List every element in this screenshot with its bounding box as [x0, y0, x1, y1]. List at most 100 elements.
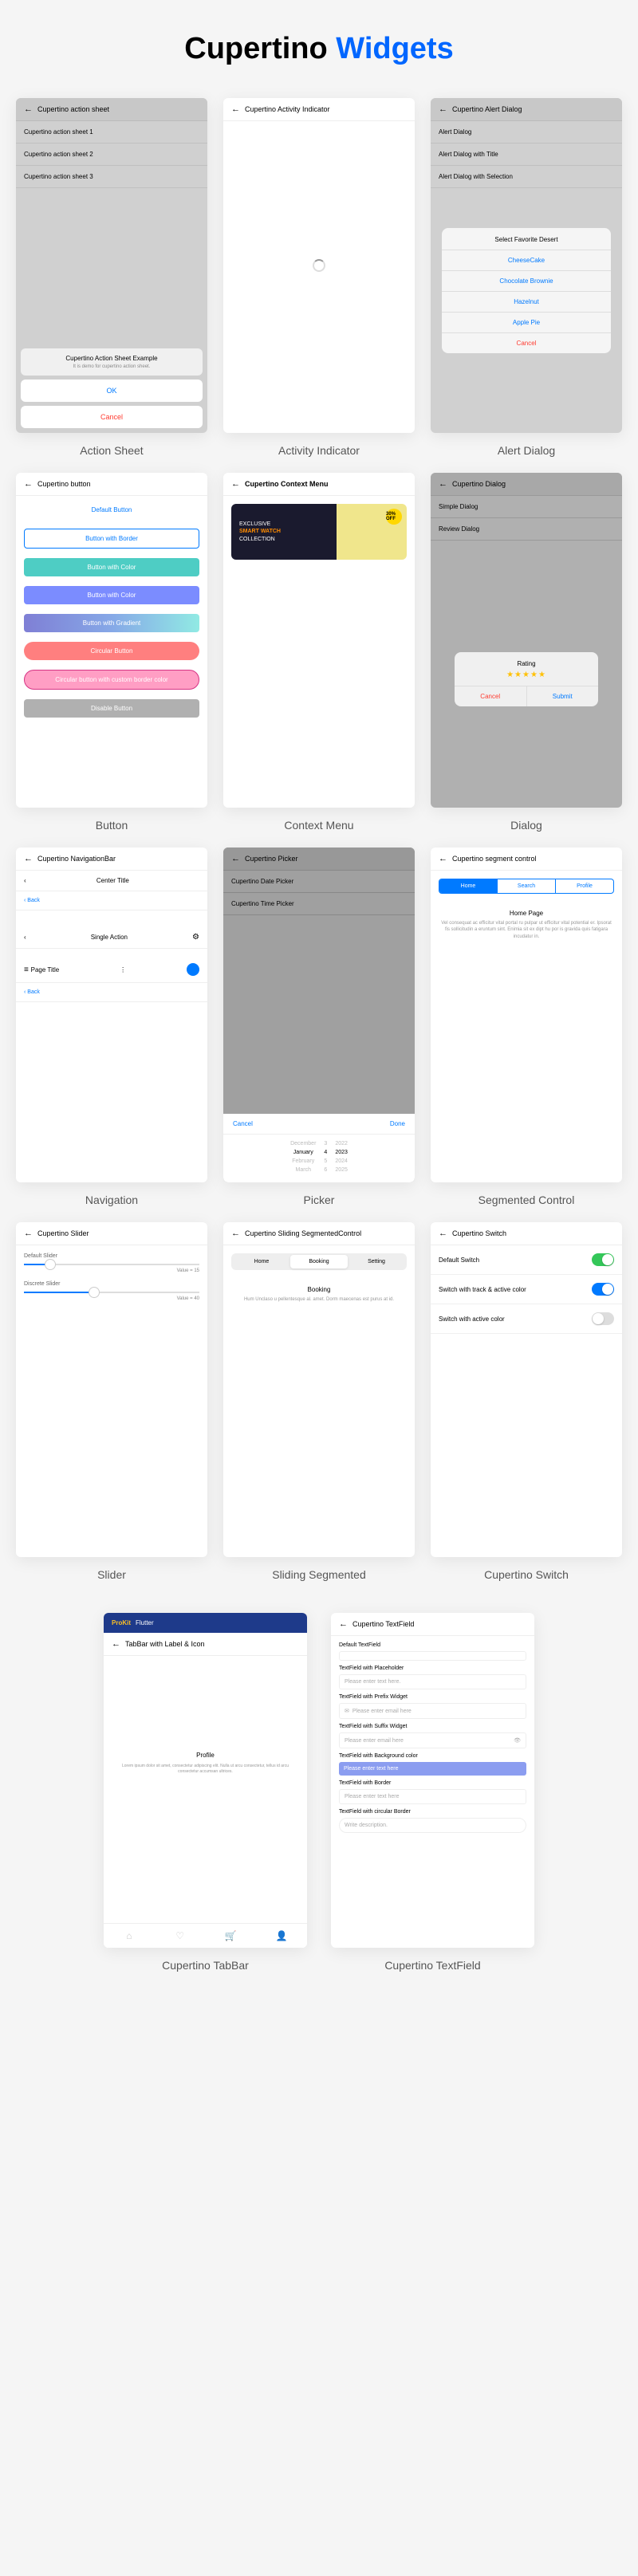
text-input[interactable]: Please enter text here [339, 1762, 526, 1776]
picker-done[interactable]: Done [390, 1120, 405, 1127]
alert-option[interactable]: Hazelnut [442, 291, 611, 312]
switch-screen: ← Cupertino Switch Default Switch Switch… [431, 1222, 622, 1557]
text-input[interactable] [339, 1651, 526, 1661]
back-icon[interactable]: ← [24, 104, 33, 114]
discount-badge: 30% OFF [386, 509, 402, 525]
border-button[interactable]: Button with Border [24, 529, 199, 549]
segment-search: Search [498, 879, 556, 893]
context-screen: ← Cupertino Context Menu EXCLUSIVE SMART… [223, 473, 415, 808]
ok-button[interactable]: OK [21, 380, 203, 402]
eye-icon[interactable]: 👁 [514, 1737, 521, 1744]
appbar: ← Cupertino action sheet [16, 98, 207, 121]
tabbar-screen: ProKit Flutter ← TabBar with Label & Ico… [104, 1613, 307, 1948]
back-icon[interactable]: ← [439, 854, 447, 863]
heart-icon[interactable]: ♡ [155, 1930, 206, 1941]
more-icon[interactable]: ⋮ [120, 966, 126, 973]
textfield-screen: ← Cupertino TextField Default TextField … [331, 1613, 534, 1948]
segment-screen: ← Cupertino segment control Home Search … [431, 848, 622, 1182]
brand-header: ProKit Flutter [104, 1613, 307, 1633]
dialog-screen: ← Cupertino Dialog Simple Dialog Review … [431, 473, 622, 808]
back-icon[interactable]: ← [24, 854, 33, 863]
back-icon[interactable]: ← [231, 104, 240, 114]
segment-profile: Profile [556, 879, 613, 893]
alert-option[interactable]: Apple Pie [442, 312, 611, 332]
list-item[interactable]: Simple Dialog [431, 496, 622, 518]
list-item[interactable]: Cupertino Date Picker [223, 871, 415, 893]
segmented-control[interactable]: Home Search Profile [439, 879, 614, 894]
back-icon[interactable]: ← [439, 1229, 447, 1238]
back-icon[interactable]: ← [339, 1619, 348, 1629]
switch-toggle[interactable] [592, 1283, 614, 1296]
email-icon: ✉ [345, 1708, 349, 1714]
back-icon[interactable]: ← [439, 104, 447, 114]
list-item[interactable]: Cupertino action sheet 3 [16, 166, 207, 188]
alert-screen: ← Cupertino Alert Dialog Alert Dialog Al… [431, 98, 622, 433]
list-item[interactable]: Alert Dialog [431, 121, 622, 144]
avatar[interactable] [187, 963, 199, 976]
activity-screen: ← Cupertino Activity Indicator [223, 98, 415, 433]
text-input[interactable]: Please enter text here [339, 1789, 526, 1804]
nav-bar: ‹ Single Action ⚙ [16, 926, 207, 949]
nav-bar: ≡ Page Title ⋮ [16, 957, 207, 983]
home-icon[interactable]: ⌂ [104, 1930, 155, 1941]
text-input[interactable]: Please enter text here. [339, 1674, 526, 1689]
switch-toggle[interactable] [592, 1312, 614, 1325]
back-icon[interactable]: ← [112, 1639, 120, 1649]
back-icon[interactable]: ← [231, 854, 240, 863]
rating-dialog: Rating ★★★★★ Cancel Submit [455, 652, 598, 706]
cart-icon[interactable]: 🛒 [206, 1930, 257, 1941]
cancel-button[interactable]: Cancel [455, 686, 527, 706]
alert-option[interactable]: CheeseCake [442, 250, 611, 270]
circular-border-button[interactable]: Circular button with custom border color [24, 670, 199, 690]
nav-bar: ‹ Center Title [16, 871, 207, 891]
slider-screen: ← Cupertino Slider Default Slider Value … [16, 1222, 207, 1557]
gear-icon[interactable]: ⚙ [192, 933, 199, 942]
text-input[interactable]: Please enter email here👁 [339, 1732, 526, 1748]
star-rating[interactable]: ★★★★★ [455, 671, 598, 686]
switch-toggle[interactable] [592, 1253, 614, 1266]
back-link[interactable]: ‹ Back [24, 898, 40, 903]
sliding-segmented[interactable]: Home Booking Setting [231, 1253, 407, 1270]
menu-icon[interactable]: ≡ Page Title [24, 966, 59, 974]
cancel-button[interactable]: Cancel [21, 406, 203, 428]
spinner-icon [313, 259, 325, 272]
default-button[interactable]: Default Button [24, 501, 199, 519]
sliding-screen: ← Cupertino Sliding SegmentedControl Hom… [223, 1222, 415, 1557]
list-item[interactable]: Cupertino Time Picker [223, 893, 415, 915]
back-link[interactable]: ‹ Back [24, 989, 40, 995]
segment-home: Home [439, 879, 498, 893]
list-item[interactable]: Cupertino action sheet 1 [16, 121, 207, 144]
back-icon[interactable]: ← [231, 479, 240, 489]
navigation-screen: ← Cupertino NavigationBar ‹ Center Title… [16, 848, 207, 1182]
context-banner[interactable]: EXCLUSIVE SMART WATCH COLLECTION 30% OFF [231, 504, 407, 560]
tab-home: Home [233, 1255, 290, 1268]
alert-option[interactable]: Chocolate Brownie [442, 270, 611, 291]
color-button[interactable]: Button with Color [24, 558, 199, 576]
alert-popup: Select Favorite Desert CheeseCake Chocol… [442, 228, 611, 353]
list-item[interactable]: Alert Dialog with Selection [431, 166, 622, 188]
back-icon[interactable]: ← [439, 479, 447, 489]
text-input[interactable]: Write description. [339, 1818, 526, 1833]
submit-button[interactable]: Submit [527, 686, 599, 706]
date-picker[interactable]: Cancel Done December January February Ma… [223, 1114, 415, 1182]
list-item[interactable]: Review Dialog [431, 518, 622, 541]
color-button[interactable]: Button with Color [24, 586, 199, 604]
picker-screen: ← Cupertino Picker Cupertino Date Picker… [223, 848, 415, 1182]
disabled-button: Disable Button [24, 699, 199, 718]
picker-cancel[interactable]: Cancel [233, 1120, 253, 1127]
alert-cancel[interactable]: Cancel [442, 332, 611, 353]
circular-button[interactable]: Circular Button [24, 642, 199, 660]
back-icon[interactable]: ← [24, 479, 33, 489]
slider[interactable] [24, 1292, 199, 1293]
list-item[interactable]: Alert Dialog with Title [431, 144, 622, 166]
list-item[interactable]: Cupertino action sheet 2 [16, 144, 207, 166]
bottom-tabbar[interactable]: ⌂ ♡ 🛒 👤 [104, 1923, 307, 1948]
text-input[interactable]: ✉Please enter email here [339, 1703, 526, 1719]
action-sheet-screen: ← Cupertino action sheet Cupertino actio… [16, 98, 207, 433]
gradient-button[interactable]: Button with Gradient [24, 614, 199, 632]
slider[interactable] [24, 1264, 199, 1265]
profile-icon[interactable]: 👤 [256, 1930, 307, 1941]
back-icon[interactable]: ← [231, 1229, 240, 1238]
back-icon[interactable]: ← [24, 1229, 33, 1238]
button-screen: ← Cupertino button Default Button Button… [16, 473, 207, 808]
